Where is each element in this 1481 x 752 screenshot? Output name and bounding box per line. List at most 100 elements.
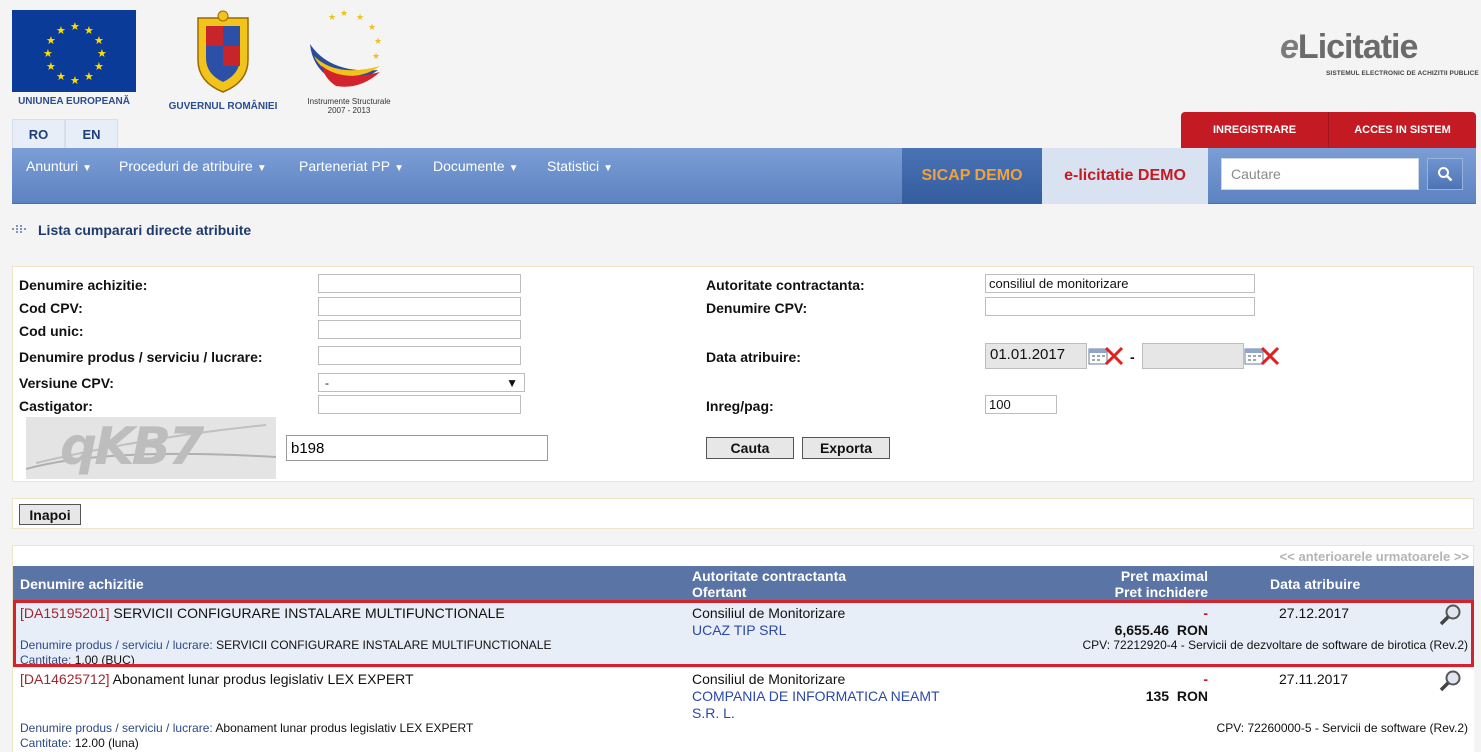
versiune-cpv-select[interactable]: - ▼ — [318, 373, 525, 392]
cantitate-label: Cantitate: — [20, 736, 72, 750]
search-icon — [1438, 167, 1453, 182]
login-button[interactable]: ACCES IN SISTEM — [1329, 112, 1476, 148]
price-value: 6,655.46 — [1114, 622, 1170, 638]
row-ofertant[interactable]: UCAZ TIP SRL — [692, 622, 786, 638]
date-to-input[interactable] — [1142, 343, 1244, 369]
magnifier-view-icon[interactable] — [1439, 604, 1463, 629]
row-pret-inchidere: 135 RON — [1146, 688, 1208, 704]
castigator-input[interactable] — [318, 395, 521, 414]
language-tabs: RO EN — [12, 119, 118, 148]
gov-logo: GUVERNUL ROMÂNIEI — [160, 10, 286, 112]
denumire-achizitie-label: Denumire achizitie: — [19, 277, 148, 293]
price-currency: RON — [1176, 622, 1208, 638]
register-button[interactable]: INREGISTRARE — [1181, 112, 1329, 148]
svg-text:★: ★ — [94, 60, 104, 73]
nav-label: Documente — [433, 158, 505, 174]
row-code: [DA15195201] — [20, 605, 110, 621]
inreg-pag-input[interactable] — [985, 395, 1057, 414]
search-button[interactable] — [1427, 158, 1463, 190]
denumire-achizitie-input[interactable] — [318, 274, 521, 293]
svg-text:★: ★ — [46, 34, 56, 47]
denumire-cpv-label: Denumire CPV: — [706, 300, 808, 316]
col-data: Data atribuire — [1270, 576, 1361, 592]
caret-down-icon: ▼ — [394, 163, 404, 174]
date-separator: - — [1130, 349, 1135, 365]
calendar-clear-icon[interactable] — [1088, 346, 1124, 366]
cod-unic-input[interactable] — [318, 320, 521, 339]
row-pret-max: - — [1203, 671, 1208, 687]
search-submit-button[interactable]: Cauta — [706, 437, 794, 459]
is-caption-line2: 2007 - 2013 — [327, 106, 371, 115]
svg-text:★: ★ — [328, 13, 336, 23]
denumire-cpv-input[interactable] — [985, 297, 1255, 316]
brand-title: eLicitatie — [1280, 28, 1418, 67]
row-cantitate: Cantitate: 12.00 (luna) — [20, 736, 139, 750]
produs-value: SERVICII CONFIGURARE INSTALARE MULTIFUNC… — [216, 638, 552, 652]
nav-item-anunturi[interactable]: Anunturi ▼ — [26, 158, 92, 174]
back-bar: Inapoi — [12, 498, 1474, 529]
svg-text:★: ★ — [356, 13, 364, 23]
table-row[interactable]: [DA14625712] Abonament lunar produs legi… — [13, 668, 1474, 752]
inreg-pag-label: Inreg/pag: — [706, 398, 774, 414]
nav-item-parteneriat[interactable]: Parteneriat PP ▼ — [299, 158, 404, 174]
row-cantitate: Cantitate: 1.00 (BUC) — [20, 653, 135, 667]
price-currency: RON — [1176, 688, 1208, 704]
nav-item-proceduri[interactable]: Proceduri de atribuire ▼ — [119, 158, 267, 174]
row-title[interactable]: [DA14625712] Abonament lunar produs legi… — [20, 671, 414, 687]
main-nav: Anunturi ▼ Proceduri de atribuire ▼ Parten… — [12, 148, 1476, 204]
page-title-row: Lista cumparari directe atribuite — [12, 222, 251, 238]
caret-down-icon: ▼ — [82, 163, 93, 174]
row-cpv: CPV: 72212920-4 - Servicii de dezvoltare… — [1082, 638, 1468, 652]
col-ofertant: Ofertant — [692, 584, 747, 600]
captcha-input[interactable] — [286, 435, 548, 461]
magnifier-view-icon[interactable] — [1439, 670, 1463, 695]
calendar-clear-icon[interactable] — [1244, 346, 1280, 366]
pager-links[interactable]: << anterioarele urmatoarele >> — [1280, 549, 1469, 564]
brand-subtitle: SISTEMUL ELECTRONIC DE ACHIZITII PUBLICE — [1326, 70, 1479, 77]
is-caption-line1: Instrumente Structurale — [307, 97, 391, 106]
captcha-image: qKB7 — [26, 417, 276, 479]
caret-down-icon: ▼ — [508, 163, 519, 174]
cantitate-label: Cantitate: — [20, 653, 72, 667]
denumire-produs-label: Denumire produs / serviciu / lucrare: — [19, 349, 263, 365]
search-input[interactable] — [1221, 158, 1419, 190]
results-panel: << anterioarele urmatoarele >> Denumire … — [12, 545, 1474, 752]
svg-text:★: ★ — [56, 70, 66, 83]
nav-item-documente[interactable]: Documente ▼ — [433, 158, 519, 174]
svg-text:★: ★ — [84, 70, 94, 83]
table-row[interactable]: [DA15195201] SERVICII CONFIGURARE INSTAL… — [13, 602, 1474, 668]
elicitatie-demo-link[interactable]: e-licitatie DEMO — [1042, 148, 1208, 204]
svg-text:★: ★ — [84, 24, 94, 37]
gov-caption: GUVERNUL ROMÂNIEI — [168, 101, 278, 112]
svg-text:★: ★ — [372, 52, 380, 62]
eu-logo: ★ ★ ★ ★ ★ ★ ★ ★ ★ ★ ★ ★ UNIUNEA EUROPEANĂ — [12, 10, 136, 107]
row-cpv: CPV: 72260000-5 - Servicii de software (… — [1216, 721, 1468, 735]
col-denumire: Denumire achizitie — [20, 576, 144, 592]
row-ofertant-line2[interactable]: S.R. L. — [692, 705, 735, 721]
nav-item-statistici[interactable]: Statistici ▼ — [547, 158, 613, 174]
caret-down-icon: ▼ — [256, 163, 267, 174]
select-value: - — [325, 375, 329, 390]
date-from-input[interactable]: 01.01.2017 — [985, 343, 1087, 369]
elicitatie-brand-logo[interactable]: eLicitatie SISTEMUL ELECTRONIC DE ACHIZI… — [1280, 28, 1479, 84]
svg-text:★: ★ — [374, 37, 382, 47]
back-button[interactable]: Inapoi — [19, 504, 81, 525]
sicap-demo-link[interactable]: SICAP DEMO — [902, 148, 1042, 204]
row-pret-inchidere: 6,655.46 RON — [1115, 622, 1208, 638]
caret-down-icon: ▼ — [603, 163, 614, 174]
brand-word: Licitatie — [1297, 28, 1418, 66]
brand-e: e — [1280, 28, 1299, 66]
lang-tab-en[interactable]: EN — [65, 119, 118, 148]
svg-text:★: ★ — [43, 47, 53, 60]
castigator-label: Castigator: — [19, 398, 93, 414]
svg-text:★: ★ — [70, 74, 80, 87]
cod-cpv-input[interactable] — [318, 297, 521, 316]
autoritate-input[interactable] — [985, 274, 1255, 293]
row-title[interactable]: [DA15195201] SERVICII CONFIGURARE INSTAL… — [20, 605, 505, 621]
row-ofertant[interactable]: COMPANIA DE INFORMATICA NEAMT — [692, 688, 940, 704]
denumire-produs-input[interactable] — [318, 346, 521, 365]
export-button[interactable]: Exporta — [802, 437, 890, 459]
nav-label: Anunturi — [26, 158, 79, 174]
eu-flag-icon: ★ ★ ★ ★ ★ ★ ★ ★ ★ ★ ★ ★ — [12, 10, 136, 92]
lang-tab-ro[interactable]: RO — [12, 119, 65, 148]
